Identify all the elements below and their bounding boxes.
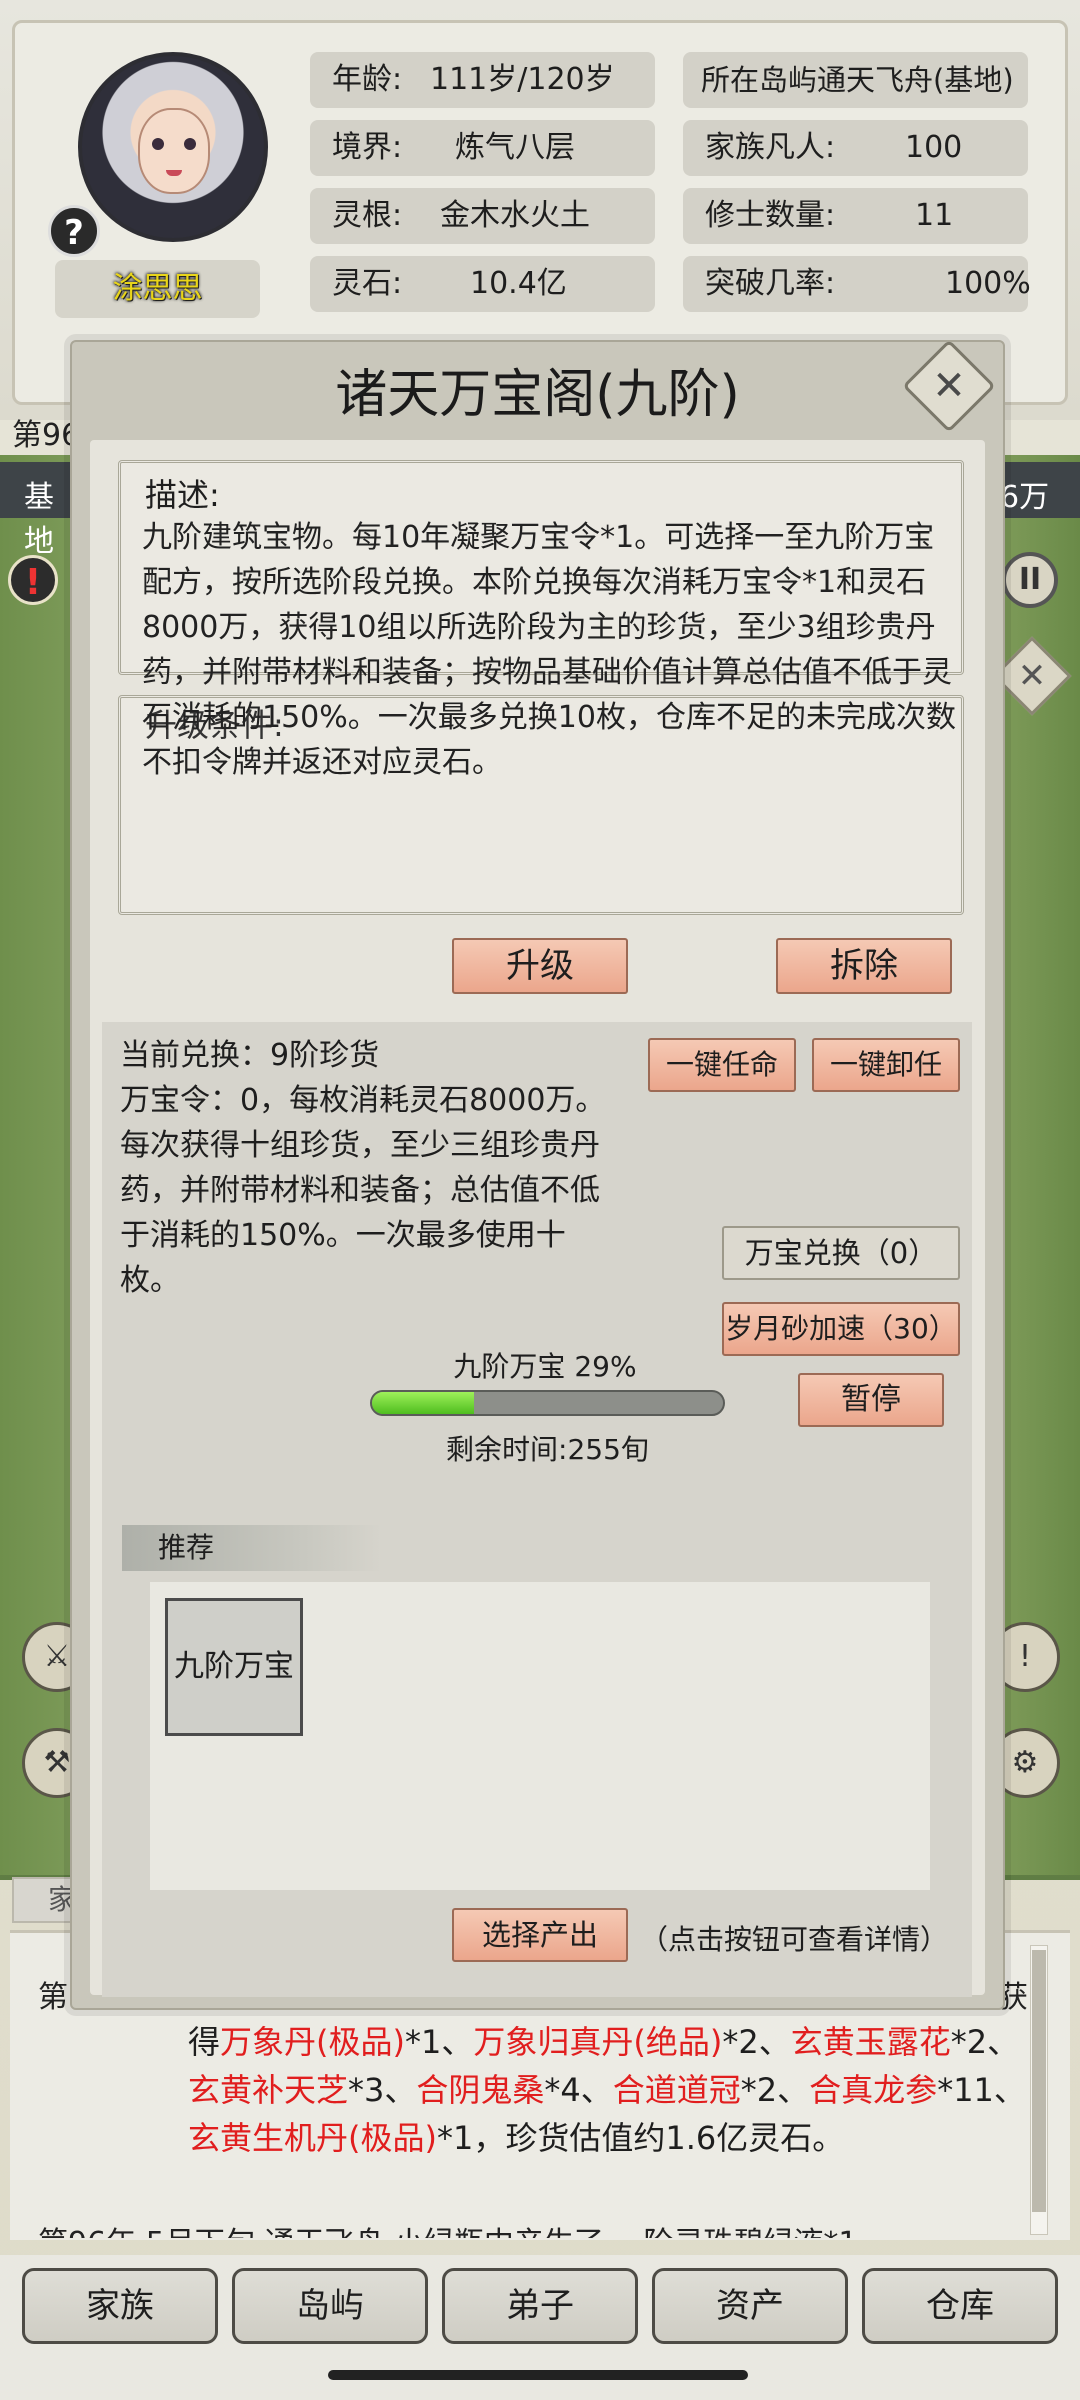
root-label: 灵根: [332, 198, 403, 233]
exchange-button[interactable]: 万宝兑换（0） [722, 1226, 960, 1280]
cultivators-stat: 修士数量: 11 [683, 188, 1028, 244]
log-item: 万象归真丹(绝品) [473, 2023, 723, 2061]
log-qty: *2、 [950, 2023, 1020, 2061]
stone-value: 10.4亿 [470, 266, 567, 301]
alert-icon[interactable]: ! [8, 555, 58, 605]
stone-label: 灵石: [332, 266, 403, 301]
breakthrough-label: 突破几率: [705, 266, 836, 301]
breakthrough-stat: 突破几率: 100% [683, 256, 1031, 312]
breakthrough-value: 100% [945, 266, 1031, 301]
root-value: 金木水火土 [440, 198, 590, 233]
log-item: 玄黄玉露花 [790, 2023, 951, 2061]
log-item: 合阴鬼桑 [416, 2071, 545, 2109]
character-name: 涂思思 [55, 260, 260, 318]
root-stat: 灵根: 金木水火土 [310, 188, 655, 244]
avatar-eye [152, 138, 164, 150]
nav-disciples[interactable]: 弟子 [442, 2268, 638, 2344]
select-output-button[interactable]: 选择产出 [452, 1908, 628, 1962]
log-qty: *3、 [348, 2071, 417, 2109]
nav-island[interactable]: 岛屿 [232, 2268, 428, 2344]
progress-fill [372, 1392, 474, 1414]
home-indicator[interactable] [328, 2370, 748, 2380]
age-label: 年龄: [332, 62, 403, 97]
nav-family[interactable]: 家族 [22, 2268, 218, 2344]
log-suffix: 珍货估值约1.6亿灵石。 [505, 2119, 845, 2157]
log-qty: *11、 [937, 2071, 1026, 2109]
speedup-button[interactable]: 岁月砂加速（30） [722, 1302, 960, 1356]
demolish-button[interactable]: 拆除 [776, 938, 952, 994]
progress-bar [370, 1390, 725, 1416]
nav-warehouse[interactable]: 仓库 [862, 2268, 1058, 2344]
log-line-start: 第 [38, 1980, 68, 2015]
mortals-stat: 家族凡人: 100 [683, 120, 1028, 176]
realm-value: 炼气八层 [455, 130, 575, 165]
stone-stat: 灵石: 10.4亿 [310, 256, 655, 312]
log-item: 玄黄生机丹(极品) [188, 2119, 437, 2157]
log-item: 合道道冠 [612, 2071, 741, 2109]
cultivators-label: 修士数量: [705, 198, 836, 233]
cultivators-value: 11 [915, 198, 954, 233]
close-icon: ✕ [1017, 656, 1047, 696]
island-stat[interactable]: 所在岛屿通天飞舟(基地) [683, 52, 1028, 108]
log-item: 玄黄补天芝 [188, 2071, 349, 2109]
appoint-all-button[interactable]: 一键任命 [648, 1038, 796, 1092]
log-qty: *1， [436, 2119, 506, 2157]
mortals-value: 100 [905, 130, 963, 165]
log-qty: *2、 [740, 2071, 810, 2109]
select-output-note: （点击按钮可查看详情） [640, 1923, 949, 1956]
log-qty: *4、 [544, 2071, 613, 2109]
avatar-face [138, 108, 210, 194]
log-scroll-thumb[interactable] [1032, 1950, 1046, 2212]
dismiss-all-button[interactable]: 一键卸任 [812, 1038, 960, 1092]
nav-assets[interactable]: 资产 [652, 2268, 848, 2344]
log-line-partial: 第96年 5月下旬 通天飞舟 小绿瓶中产生了 一阶灵珠碧绿液*1 [38, 2218, 858, 2238]
avatar-eye [184, 138, 196, 150]
log-prefix: 得 [188, 2023, 221, 2061]
progress-label: 九阶万宝 29% [453, 1350, 637, 1383]
description-title: 描述: [145, 476, 220, 514]
log-qty: *2、 [722, 2023, 791, 2061]
close-icon: ✕ [932, 363, 966, 409]
realm-label: 境界: [332, 130, 403, 165]
log-qty: *1、 [405, 2023, 474, 2061]
recommend-item[interactable]: 九阶万宝 [165, 1598, 303, 1736]
age-stat: 年龄: 111岁/120岁 [310, 52, 655, 108]
log-item: 合真龙参 [809, 2071, 938, 2109]
base-label: 基地 [0, 462, 80, 559]
age-value: 111岁/120岁 [430, 62, 615, 97]
log-entry: 得万象丹(极品)*1、万象归真丹(绝品)*2、玄黄玉露花*2、玄黄补天芝*3、合… [188, 2018, 1028, 2162]
log-item: 万象丹(极品) [220, 2023, 405, 2061]
description-text: 九阶建筑宝物。每10年凝聚万宝令*1。可选择一至九阶万宝配方，按所选阶段兑换。本… [142, 520, 956, 780]
recommend-header: 推荐 [122, 1525, 382, 1571]
upgrade-button[interactable]: 升级 [452, 938, 628, 994]
exchange-info: 当前兑换：9阶珍货 万宝令：0，每枚消耗灵石8000万。每次获得十组珍货，至少三… [120, 1038, 606, 1298]
pause-button[interactable]: 暂停 [798, 1373, 944, 1427]
realm-stat: 境界: 炼气八层 [310, 120, 655, 176]
remaining-time: 剩余时间:255旬 [446, 1433, 649, 1466]
help-icon[interactable]: ? [48, 205, 100, 257]
mortals-label: 家族凡人: [705, 130, 836, 165]
dialog-title: 诸天万宝阁(九阶) [335, 365, 740, 425]
pause-game-button[interactable]: II [1002, 552, 1058, 608]
